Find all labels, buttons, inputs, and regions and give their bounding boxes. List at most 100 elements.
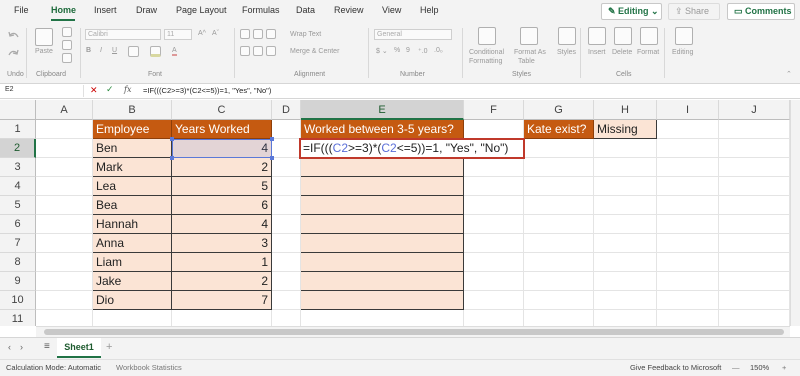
menu-review[interactable]: Review bbox=[334, 5, 364, 15]
horizontal-scrollbar[interactable] bbox=[36, 326, 790, 337]
row-header-8[interactable]: 8 bbox=[0, 253, 36, 272]
cell-c-years[interactable]: 3 bbox=[172, 234, 272, 253]
number-format-select[interactable]: General bbox=[374, 29, 452, 40]
col-header-h[interactable]: H bbox=[594, 100, 657, 120]
editing-label[interactable]: Editing bbox=[672, 49, 693, 56]
formula-input[interactable]: =IF(((C2>=3)*(C2<=5))=1, "Yes", "No") bbox=[143, 86, 271, 95]
delete-cells-icon[interactable] bbox=[614, 27, 632, 45]
conditional-formatting-label-2[interactable]: Formatting bbox=[469, 58, 502, 65]
menu-view[interactable]: View bbox=[382, 5, 401, 15]
cell-b-name[interactable]: Hannah bbox=[93, 215, 172, 234]
menu-file[interactable]: File bbox=[14, 5, 29, 15]
cell-c-years[interactable]: 1 bbox=[172, 253, 272, 272]
cell-e-result[interactable] bbox=[301, 196, 464, 215]
cell-styles-icon[interactable] bbox=[558, 27, 576, 45]
format-as-table-icon[interactable] bbox=[520, 27, 538, 45]
col-header-i[interactable]: I bbox=[657, 100, 719, 120]
insert-function-icon[interactable]: fx bbox=[124, 85, 131, 94]
insert-cells-icon[interactable] bbox=[588, 27, 606, 45]
menu-formulas[interactable]: Formulas bbox=[242, 5, 280, 15]
ribbon-collapse-icon[interactable]: ⌃ bbox=[786, 70, 792, 78]
wrap-text-button[interactable]: Wrap Text bbox=[290, 31, 321, 38]
redo-icon[interactable] bbox=[7, 48, 20, 61]
comments-button[interactable]: ▭ Comments bbox=[727, 3, 795, 20]
name-box[interactable]: E2 bbox=[2, 85, 84, 97]
cell-b-name[interactable]: Lea bbox=[93, 177, 172, 196]
format-painter-icon[interactable] bbox=[62, 53, 72, 63]
format-cells-label[interactable]: Format bbox=[637, 49, 659, 56]
menu-home[interactable]: Home bbox=[51, 5, 76, 15]
percent-icon[interactable]: % bbox=[394, 47, 400, 54]
paste-icon[interactable] bbox=[35, 28, 53, 46]
paste-label[interactable]: Paste bbox=[35, 48, 53, 55]
underline-icon[interactable]: U bbox=[112, 47, 117, 54]
menu-insert[interactable]: Insert bbox=[94, 5, 117, 15]
cell-c-years[interactable]: 6 bbox=[172, 196, 272, 215]
reference-handle[interactable] bbox=[270, 156, 274, 160]
col-header-a[interactable]: A bbox=[36, 100, 93, 120]
cell-styles-label[interactable]: Styles bbox=[557, 49, 576, 56]
cell-b-name[interactable]: Dio bbox=[93, 291, 172, 310]
give-feedback-link[interactable]: Give Feedback to Microsoft bbox=[630, 363, 721, 372]
font-size-select[interactable]: 11 bbox=[164, 29, 192, 40]
row-header-7[interactable]: 7 bbox=[0, 234, 36, 253]
menu-draw[interactable]: Draw bbox=[136, 5, 157, 15]
conditional-formatting-label-1[interactable]: Conditional bbox=[469, 49, 504, 56]
col-header-c[interactable]: C bbox=[172, 100, 272, 120]
align-bottom-icon[interactable] bbox=[266, 29, 276, 39]
cell-b-name[interactable]: Ben bbox=[93, 139, 172, 158]
font-color-icon[interactable]: A bbox=[172, 47, 177, 56]
insert-cells-label[interactable]: Insert bbox=[588, 49, 606, 56]
cell-b-name[interactable]: Mark bbox=[93, 158, 172, 177]
bold-icon[interactable]: B bbox=[86, 47, 91, 54]
editing-mode-button[interactable]: ✎ Editing ⌄ bbox=[601, 3, 662, 20]
cell-e-result[interactable] bbox=[301, 215, 464, 234]
row-header-1[interactable]: 1 bbox=[0, 120, 36, 139]
borders-icon[interactable] bbox=[128, 46, 139, 57]
cell-c-years[interactable]: 7 bbox=[172, 291, 272, 310]
cut-icon[interactable] bbox=[62, 27, 72, 37]
workbook-statistics[interactable]: Workbook Statistics bbox=[116, 363, 182, 372]
zoom-out-icon[interactable]: — bbox=[732, 363, 740, 372]
cell-e1-worked-between-header[interactable]: Worked between 3-5 years? bbox=[301, 120, 464, 139]
cell-b-name[interactable]: Anna bbox=[93, 234, 172, 253]
format-as-table-label-1[interactable]: Format As bbox=[514, 49, 546, 56]
add-sheet-icon[interactable]: + bbox=[106, 341, 112, 353]
cell-b-name[interactable]: Bea bbox=[93, 196, 172, 215]
align-middle-icon[interactable] bbox=[253, 29, 263, 39]
zoom-in-icon[interactable]: + bbox=[782, 363, 786, 372]
active-cell-editor[interactable]: =IF(((C2>=3)*(C2<=5))=1, "Yes", "No") bbox=[299, 138, 525, 159]
scroll-thumb[interactable] bbox=[44, 329, 784, 335]
grow-font-icon[interactable]: A^ bbox=[198, 30, 206, 37]
conditional-formatting-icon[interactable] bbox=[478, 27, 496, 45]
cell-e-result[interactable] bbox=[301, 272, 464, 291]
decrease-decimal-icon[interactable]: .0₀ bbox=[434, 47, 443, 54]
cell-e-result[interactable] bbox=[301, 158, 464, 177]
confirm-icon[interactable]: ✓ bbox=[106, 84, 114, 95]
reference-handle[interactable] bbox=[170, 156, 174, 160]
currency-icon[interactable]: $ ⌄ bbox=[376, 47, 388, 55]
select-all-corner[interactable] bbox=[0, 100, 36, 120]
sheet-tab-sheet1[interactable]: Sheet1 bbox=[57, 338, 101, 358]
share-button[interactable]: ⇪ Share ⌄ bbox=[668, 3, 720, 27]
cell-c1-years-header[interactable]: Years Worked bbox=[172, 120, 272, 139]
col-header-f[interactable]: F bbox=[464, 100, 524, 120]
row-header-4[interactable]: 4 bbox=[0, 177, 36, 196]
row-header-3[interactable]: 3 bbox=[0, 158, 36, 177]
cell-e-result[interactable] bbox=[301, 234, 464, 253]
zoom-level[interactable]: 150% bbox=[750, 363, 769, 372]
cell-e-result[interactable] bbox=[301, 291, 464, 310]
cell-c-years[interactable]: 5 bbox=[172, 177, 272, 196]
cell-c-years[interactable]: 2 bbox=[172, 272, 272, 291]
format-as-table-label-2[interactable]: Table bbox=[518, 58, 535, 65]
cancel-icon[interactable]: ✕ bbox=[90, 85, 98, 96]
menu-page-layout[interactable]: Page Layout bbox=[176, 5, 227, 15]
undo-icon[interactable] bbox=[7, 30, 20, 43]
nav-left-icon[interactable]: ‹ bbox=[8, 342, 11, 352]
fill-color-icon[interactable] bbox=[150, 46, 161, 57]
cell-b-name[interactable]: Liam bbox=[93, 253, 172, 272]
italic-icon[interactable]: I bbox=[100, 47, 102, 54]
format-cells-icon[interactable] bbox=[640, 27, 658, 45]
cell-h1-missing[interactable]: Missing bbox=[594, 120, 657, 139]
align-right-icon[interactable] bbox=[266, 46, 276, 56]
